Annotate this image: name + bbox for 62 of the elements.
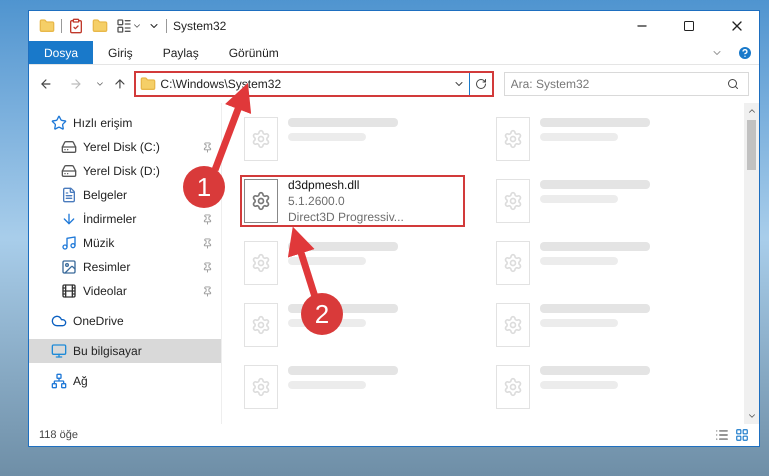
address-bar[interactable]: C:\Windows\System32 [134,71,494,97]
scrollbar-thumb[interactable] [747,120,756,170]
ribbon-tab[interactable]: Görünüm [214,41,294,64]
pin-icon[interactable] [202,286,213,296]
up-icon[interactable] [112,77,126,91]
sidebar-item[interactable]: Hızlı erişim [29,111,140,135]
document-icon [61,187,77,203]
pin-icon[interactable] [202,214,213,224]
file-icon [496,117,530,161]
ribbon-tab[interactable]: Paylaş [148,41,214,64]
tiles-view-icon[interactable] [735,428,749,442]
search-field[interactable]: Ara: System32 [504,72,749,96]
pin-icon[interactable] [202,142,213,152]
file-icon [244,365,278,409]
sidebar-item[interactable]: İndirmeler [29,207,221,231]
details-view-icon[interactable] [715,428,729,442]
sidebar-item[interactable]: Yerel Disk (D:) [29,159,168,183]
sidebar-item[interactable]: OneDrive [29,309,132,333]
file-name: d3dpmesh.dll [288,177,360,193]
view-icon[interactable] [116,18,132,34]
file-icon [496,241,530,285]
window-title: System32 [173,18,226,35]
ribbon-tab[interactable]: Giriş [93,41,148,64]
music-note-icon [61,235,77,251]
file-icon [244,241,278,285]
file-detail: Direct3D Progressiv... [288,209,404,225]
file-icon [244,303,278,347]
file-icon [496,365,530,409]
address-path: C:\Windows\System32 [160,76,282,93]
help-icon[interactable] [737,44,753,60]
sidebar-item[interactable]: Bu bilgisayar [29,339,221,363]
file-icon [496,179,530,223]
back-icon[interactable] [39,77,53,91]
pin-icon[interactable] [202,238,213,248]
sidebar-item[interactable]: Videolar [29,279,221,303]
folder-icon [140,76,156,92]
file-icon [496,303,530,347]
refresh-icon[interactable] [474,78,487,90]
sidebar-item[interactable]: Resimler [29,255,221,279]
scrollbar[interactable] [744,103,759,424]
sidebar-item[interactable]: Müzik [29,231,221,255]
film-icon [61,283,77,299]
ribbon-tab[interactable]: Dosya [29,41,94,64]
sidebar-item[interactable]: Yerel Disk (C:) [29,135,221,159]
search-icon[interactable] [726,78,739,90]
maximize-icon[interactable] [683,20,695,32]
file-icon [244,117,278,161]
network-icon [51,373,67,389]
sidebar-item[interactable]: Belgeler [29,183,136,207]
monitor-icon [51,343,67,359]
drive-icon [61,139,77,155]
cloud-icon [51,313,67,329]
sidebar-item[interactable]: Ağ [29,369,96,393]
picture-icon [61,259,77,275]
properties-icon[interactable] [68,18,84,34]
file-icon [244,179,278,223]
file-detail: 5.1.2600.0 [288,193,346,209]
item-count: 118 öğe [39,428,78,443]
drive-icon [61,163,77,179]
file-item[interactable]: d3dpmesh.dll 5.1.2600.0 Direct3D Progressiv... [240,175,465,227]
star-icon [51,115,67,131]
pin-icon[interactable] [202,262,213,272]
